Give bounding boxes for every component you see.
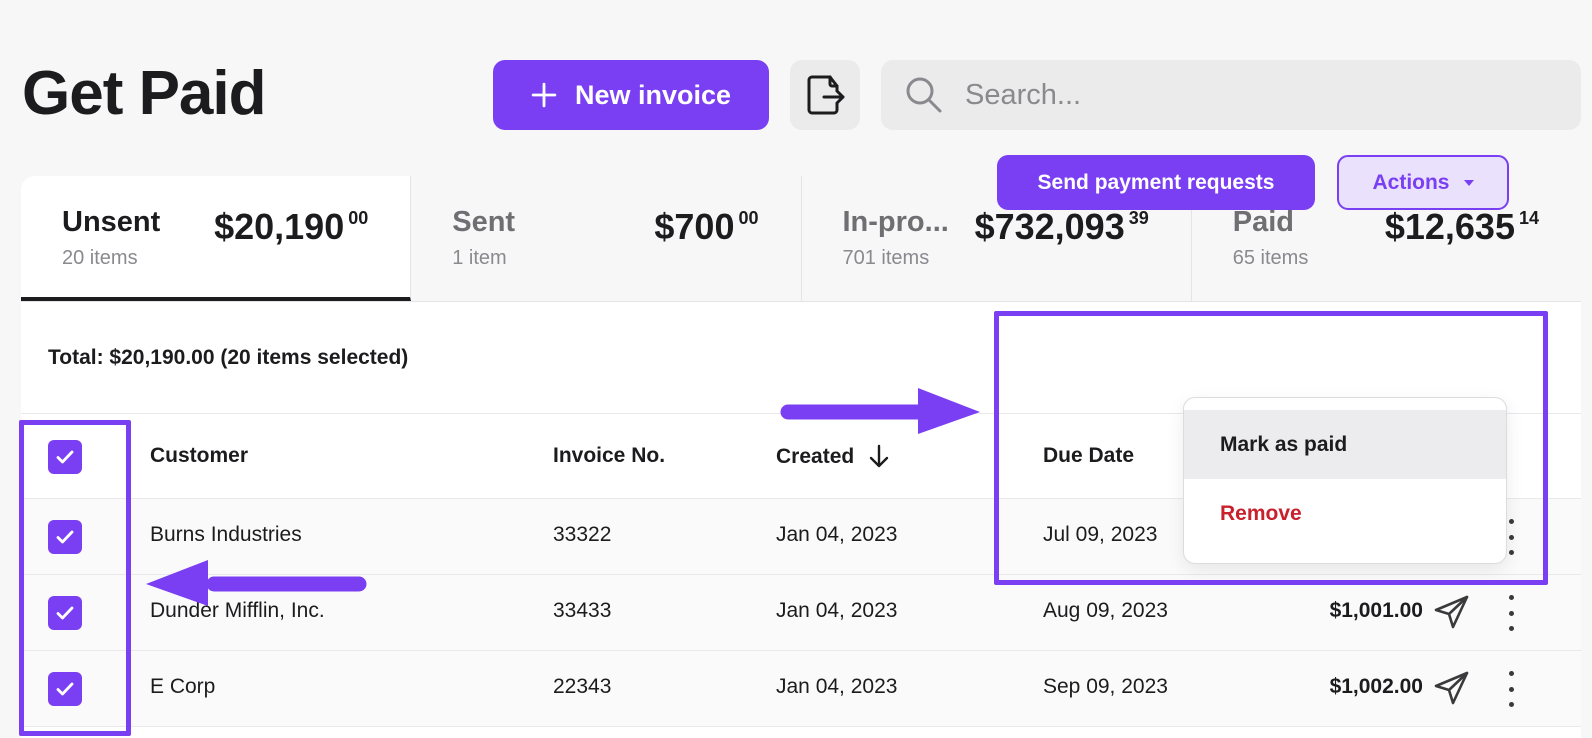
due-date: Jul 09, 2023 xyxy=(1043,523,1158,546)
row-checkbox[interactable] xyxy=(48,672,82,706)
actions-label: Actions xyxy=(1372,170,1450,194)
invoice-number: 33433 xyxy=(553,599,612,622)
search-box[interactable] xyxy=(881,60,1581,130)
search-icon xyxy=(906,77,942,113)
customer-name: E Corp xyxy=(150,675,216,698)
menu-item-remove[interactable]: Remove xyxy=(1184,479,1506,548)
due-date: Sep 09, 2023 xyxy=(1043,675,1168,698)
table-row[interactable]: E Corp 22343 Jan 04, 2023 Sep 09, 2023 $… xyxy=(21,651,1581,727)
plus-icon xyxy=(531,82,557,108)
tab-count: 1 item xyxy=(452,247,507,269)
tab-unsent[interactable]: Unsent 20 items $20,190 00 xyxy=(21,176,412,301)
more-options-icon[interactable] xyxy=(1506,595,1516,631)
invoice-number: 22343 xyxy=(553,675,612,698)
caret-down-icon xyxy=(1463,179,1474,186)
checkmark-icon xyxy=(56,606,74,620)
checkmark-icon xyxy=(56,450,74,464)
tab-name: Paid xyxy=(1232,206,1294,238)
invoice-number: 33322 xyxy=(553,523,612,546)
due-date: Aug 09, 2023 xyxy=(1043,599,1168,622)
send-icon[interactable] xyxy=(1433,669,1471,707)
column-customer[interactable]: Customer xyxy=(150,444,248,468)
actions-menu: Mark as paid Remove xyxy=(1183,397,1507,564)
tab-amount: $700 00 xyxy=(654,206,759,247)
invoice-amount: $1,001.00 xyxy=(1329,599,1423,622)
invoice-amount: $1,002.00 xyxy=(1329,675,1423,698)
search-input[interactable] xyxy=(965,78,1525,112)
send-icon[interactable] xyxy=(1433,593,1471,631)
checkmark-icon xyxy=(56,682,74,696)
new-invoice-button[interactable]: New invoice xyxy=(493,60,769,130)
selection-total: Total: $20,190.00 (20 items selected) xyxy=(48,346,409,369)
actions-button[interactable]: Actions xyxy=(1337,155,1509,210)
tab-count: 65 items xyxy=(1232,247,1309,269)
checkmark-icon xyxy=(56,530,74,544)
tab-sent[interactable]: Sent 1 item $700 00 xyxy=(411,176,802,301)
column-due-date[interactable]: Due Date xyxy=(1043,444,1134,468)
column-invoice-no[interactable]: Invoice No. xyxy=(553,444,665,468)
page-title: Get Paid xyxy=(22,59,267,128)
column-created[interactable]: Created xyxy=(776,444,890,470)
menu-item-mark-as-paid[interactable]: Mark as paid xyxy=(1184,410,1506,479)
table-row[interactable]: Dunder Mifflin, Inc. 33433 Jan 04, 2023 … xyxy=(21,575,1581,651)
row-checkbox[interactable] xyxy=(48,520,82,554)
row-checkbox[interactable] xyxy=(48,596,82,630)
tab-amount: $732,093 39 xyxy=(974,206,1149,247)
customer-name: Dunder Mifflin, Inc. xyxy=(150,599,325,622)
created-date: Jan 04, 2023 xyxy=(776,675,898,698)
sort-descending-icon xyxy=(870,444,889,468)
new-invoice-label: New invoice xyxy=(574,79,732,110)
more-options-icon[interactable] xyxy=(1506,519,1516,555)
customer-name: Burns Industries xyxy=(150,523,302,546)
tab-amount: $20,190 00 xyxy=(214,206,369,247)
created-date: Jan 04, 2023 xyxy=(776,599,898,622)
tab-amount: $12,635 14 xyxy=(1384,206,1539,247)
tab-name: In-pro... xyxy=(842,206,949,238)
tab-count: 20 items xyxy=(62,247,138,269)
file-export-icon xyxy=(807,75,845,115)
tab-name: Unsent xyxy=(62,206,161,238)
select-all-checkbox[interactable] xyxy=(48,440,82,474)
more-options-icon[interactable] xyxy=(1506,671,1516,707)
export-button[interactable] xyxy=(790,60,860,130)
created-date: Jan 04, 2023 xyxy=(776,523,898,546)
send-payment-requests-button[interactable]: Send payment requests xyxy=(997,155,1315,210)
tab-count: 701 items xyxy=(842,247,930,269)
tab-name: Sent xyxy=(452,206,516,238)
